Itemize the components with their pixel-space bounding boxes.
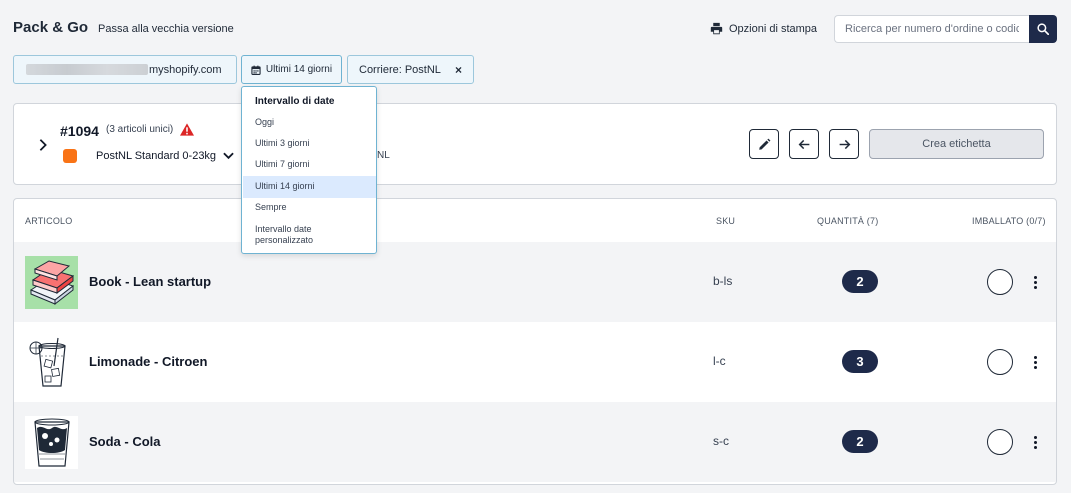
shipping-method-label: PostNL Standard 0-23kg: [96, 150, 217, 162]
arrow-right-icon: [839, 139, 850, 149]
pencil-icon: [758, 138, 770, 150]
warning-icon: [180, 123, 194, 136]
postnl-logo: [63, 149, 77, 163]
shipping-method-select[interactable]: PostNL Standard 0-23kg: [96, 150, 234, 162]
carrier-filter-label: Corriere: PostNL: [359, 63, 441, 76]
date-option-last-3-days[interactable]: Ultimi 3 giorni: [243, 138, 376, 149]
table-row: Soda - Cola s-c 2: [14, 402, 1056, 482]
item-sku: b-ls: [713, 274, 733, 288]
shop-filter[interactable]: myshopify.com: [13, 55, 237, 84]
search-button[interactable]: [1029, 15, 1057, 43]
order-unique-items: (3 articoli unici): [106, 124, 174, 135]
create-label-button[interactable]: Crea etichetta: [869, 129, 1044, 159]
arrow-left-icon: [798, 139, 809, 149]
carrier-filter[interactable]: Corriere: PostNL ×: [347, 55, 474, 84]
column-header-quantity: QUANTITÀ (7): [817, 216, 879, 226]
search-bar: [834, 15, 1057, 43]
date-range-filter[interactable]: Ultimi 14 giorni: [241, 55, 342, 84]
print-options-button[interactable]: Opzioni di stampa: [710, 22, 817, 35]
quantity-badge: 2: [842, 270, 878, 293]
chevron-right-icon[interactable]: [36, 138, 50, 152]
chevron-down-icon: [223, 152, 234, 160]
book-thumbnail: [25, 256, 78, 309]
kebab-menu-icon[interactable]: [1028, 274, 1042, 290]
date-option-today[interactable]: Oggi: [243, 117, 376, 128]
app-title: Pack & Go: [13, 19, 89, 36]
date-option-last-14-days[interactable]: Ultimi 14 giorni: [243, 176, 376, 198]
packed-checkbox[interactable]: [987, 429, 1013, 455]
packed-checkbox[interactable]: [987, 349, 1013, 375]
order-number: #1094: [60, 123, 99, 139]
date-range-dropdown: Intervallo di date Oggi Ultimi 3 giorni …: [241, 86, 377, 254]
date-option-always[interactable]: Sempre: [243, 202, 376, 213]
item-name: Book - Lean startup: [89, 274, 212, 289]
item-name: Soda - Cola: [89, 434, 161, 449]
items-table: ARTICOLO SKU QUANTITÀ (7) IMBALLATO (0/7…: [13, 198, 1057, 485]
column-header-packed: IMBALLATO (0/7): [972, 216, 1046, 226]
item-name: Limonade - Citroen: [89, 354, 208, 369]
close-icon[interactable]: ×: [455, 63, 462, 77]
quantity-badge: 3: [842, 350, 878, 373]
shop-domain: myshopify.com: [149, 63, 222, 76]
date-option-last-7-days[interactable]: Ultimi 7 giorni: [243, 159, 376, 170]
print-options-label: Opzioni di stampa: [729, 22, 818, 35]
table-row: Book - Lean startup b-ls 2: [14, 242, 1056, 322]
item-sku: s-c: [713, 434, 729, 448]
calendar-icon: [251, 65, 261, 75]
next-order-button[interactable]: [829, 129, 859, 159]
column-header-sku: SKU: [716, 216, 736, 226]
item-sku: l-c: [713, 354, 726, 368]
search-input[interactable]: [834, 15, 1029, 43]
carrier-info-text: NL: [377, 150, 390, 161]
date-option-custom-range[interactable]: Intervallo date personalizzato: [243, 224, 343, 246]
quantity-badge: 2: [842, 430, 878, 453]
kebab-menu-icon[interactable]: [1028, 434, 1042, 450]
dropdown-heading: Intervallo di date: [255, 96, 335, 107]
edit-button[interactable]: [749, 129, 779, 159]
kebab-menu-icon[interactable]: [1028, 354, 1042, 370]
column-header-article: ARTICOLO: [25, 216, 73, 226]
date-range-label: Ultimi 14 giorni: [265, 64, 333, 75]
order-card: #1094 (3 articoli unici) PostNL Standard…: [13, 103, 1057, 185]
old-version-link[interactable]: Passa alla vecchia versione: [98, 23, 234, 35]
lemonade-thumbnail: [25, 336, 78, 389]
previous-order-button[interactable]: [789, 129, 819, 159]
table-row: Limonade - Citroen l-c 3: [14, 322, 1056, 402]
redacted-shop-name: [26, 64, 148, 75]
packed-checkbox[interactable]: [987, 269, 1013, 295]
printer-icon: [710, 22, 723, 35]
search-icon: [1037, 23, 1049, 35]
cola-thumbnail: [25, 416, 78, 469]
